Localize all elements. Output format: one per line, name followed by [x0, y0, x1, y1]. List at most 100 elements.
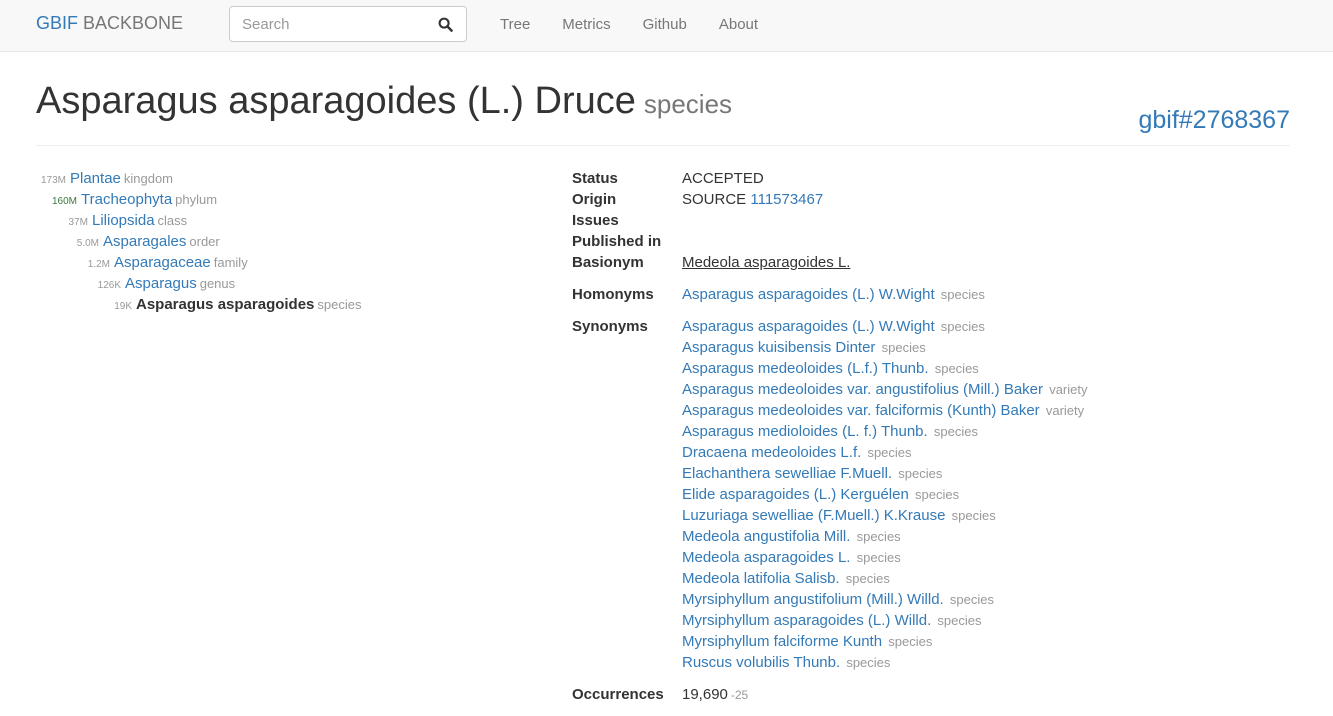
list-item: Medeola latifolia Salisb. species — [682, 568, 1292, 589]
occurrences-delta: -25 — [730, 688, 749, 702]
basionym-row: Basionym Medeola asparagoides L. — [572, 252, 1292, 273]
synonym-link[interactable]: Medeola latifolia Salisb. — [682, 570, 840, 587]
search-icon — [438, 17, 453, 32]
published-row: Published in — [572, 231, 1292, 252]
rank-label: species — [867, 445, 912, 460]
rank-label: species — [846, 655, 891, 670]
origin-label: Origin — [572, 191, 617, 208]
rank-label: species — [951, 508, 996, 523]
list-item: Asparagus asparagoides (L.) W.Wight spec… — [682, 316, 1292, 337]
occurrence-count: 126K — [97, 280, 121, 291]
page-header: Asparagus asparagoides (L.) Druce species… — [36, 70, 1290, 146]
synonym-link[interactable]: Myrsiphyllum asparagoides (L.) Willd. — [682, 612, 931, 629]
classification-row-kingdom: 173M Plantae kingdom — [36, 168, 361, 189]
classification-row-phylum: 160M Tracheophyta phylum — [36, 189, 361, 210]
status-value: ACCEPTED — [682, 170, 764, 187]
homonyms-row: Homonyms Asparagus asparagoides (L.) W.W… — [572, 284, 1292, 305]
homonym-link[interactable]: Asparagus asparagoides (L.) W.Wight — [682, 286, 935, 303]
taxon-link-kingdom[interactable]: Plantae — [70, 170, 121, 187]
status-row: Status ACCEPTED — [572, 168, 1292, 189]
origin-source-link[interactable]: 111573467 — [750, 191, 823, 208]
nav-tree[interactable]: Tree — [484, 0, 546, 52]
taxon-details: Status ACCEPTED Origin SOURCE 111573467 … — [572, 168, 1292, 706]
rank-label: species — [933, 424, 978, 439]
synonym-link[interactable]: Medeola asparagoides L. — [682, 549, 850, 566]
synonym-link[interactable]: Elachanthera sewelliae F.Muell. — [682, 465, 892, 482]
synonym-link[interactable]: Medeola angustifolia Mill. — [682, 528, 850, 545]
brand-link[interactable]: GBIF BACKBONE — [36, 13, 183, 34]
list-item: Myrsiphyllum falciforme Kunth species — [682, 631, 1292, 652]
synonym-link[interactable]: Elide asparagoides (L.) Kerguélen — [682, 486, 909, 503]
rank-label: species — [937, 613, 982, 628]
occurrence-count: 5.0M — [76, 238, 99, 249]
synonym-link[interactable]: Ruscus volubilis Thunb. — [682, 654, 840, 671]
rank-label: species — [881, 340, 926, 355]
occurrence-count: 19K — [114, 301, 132, 312]
list-item: Asparagus medeoloides (L.f.) Thunb. spec… — [682, 358, 1292, 379]
list-item: Ruscus volubilis Thunb. species — [682, 652, 1292, 673]
list-item: Elide asparagoides (L.) Kerguélen specie… — [682, 484, 1292, 505]
rank-label: variety — [1045, 403, 1085, 418]
list-item: Luzuriaga sewelliae (F.Muell.) K.Krause … — [682, 505, 1292, 526]
rank-label: species — [914, 487, 960, 502]
synonym-link[interactable]: Dracaena medeoloides L.f. — [682, 444, 861, 461]
nav-metrics[interactable]: Metrics — [546, 0, 626, 52]
taxon-link-family[interactable]: Asparagaceae — [114, 254, 211, 271]
rank-label: class — [157, 213, 188, 228]
synonym-link[interactable]: Asparagus asparagoides (L.) W.Wight — [682, 318, 935, 335]
basionym-label: Basionym — [572, 254, 644, 271]
published-label: Published in — [572, 233, 662, 250]
rank-label: variety — [1049, 382, 1088, 397]
rank-label: species — [940, 287, 985, 302]
synonym-link[interactable]: Asparagus medioloides (L. f.) Thunb. — [682, 423, 928, 440]
taxon-link-class[interactable]: Liliopsida — [92, 212, 155, 229]
search-button[interactable] — [424, 6, 467, 42]
taxon-rank: species — [643, 89, 733, 119]
rank-label: species — [898, 466, 943, 481]
taxon-link-phylum[interactable]: Tracheophyta — [81, 191, 172, 208]
synonym-link[interactable]: Asparagus medeoloides var. falciformis (… — [682, 402, 1040, 419]
occurrences-label: Occurrences — [572, 686, 664, 703]
list-item: Medeola asparagoides L. species — [682, 547, 1292, 568]
list-item: Dracaena medeoloides L.f. species — [682, 442, 1292, 463]
synonym-link[interactable]: Myrsiphyllum angustifolium (Mill.) Willd… — [682, 591, 944, 608]
nav-about[interactable]: About — [703, 0, 774, 52]
classification-row-family: 1.2M Asparagaceae family — [36, 252, 361, 273]
rank-label: species — [949, 592, 994, 607]
rank-label: species — [845, 571, 890, 586]
current-taxon-name: Asparagus asparagoides — [136, 296, 315, 313]
rank-label: family — [213, 255, 248, 270]
brand-gbif: GBIF — [36, 13, 79, 33]
synonym-link[interactable]: Luzuriaga sewelliae (F.Muell.) K.Krause — [682, 507, 945, 524]
nav-github[interactable]: Github — [627, 0, 703, 52]
synonym-link[interactable]: Myrsiphyllum falciforme Kunth — [682, 633, 882, 650]
occurrences-value: 19,690 — [682, 686, 728, 703]
synonym-link[interactable]: Asparagus kuisibensis Dinter — [682, 339, 875, 356]
rank-label: species — [856, 529, 901, 544]
list-item: Asparagus kuisibensis Dinter species — [682, 337, 1292, 358]
occurrence-count: 173M — [40, 175, 66, 186]
rank-label: phylum — [175, 192, 218, 207]
occurrence-count: 37M — [68, 217, 88, 228]
list-item: Asparagus medeoloides var. angustifolius… — [682, 379, 1292, 400]
rank-label: genus — [199, 276, 236, 291]
origin-value: SOURCE — [682, 191, 747, 208]
list-item: Asparagus asparagoides (L.) W.Wight spec… — [682, 284, 1292, 305]
classification-row-order: 5.0M Asparagales order — [36, 231, 361, 252]
rank-label: species — [856, 550, 901, 565]
rank-label: species — [888, 634, 933, 649]
gbif-id-link[interactable]: gbif#2768367 — [1138, 106, 1290, 135]
status-label: Status — [572, 170, 618, 187]
synonym-link[interactable]: Asparagus medeoloides var. angustifolius… — [682, 381, 1043, 398]
occurrence-count: 160M — [51, 196, 77, 207]
taxon-name: Asparagus asparagoides (L.) Druce — [36, 80, 636, 122]
rank-label: species — [934, 361, 979, 376]
taxon-link-order[interactable]: Asparagales — [103, 233, 186, 250]
nav-menu: Tree Metrics Github About — [484, 0, 774, 52]
taxon-link-genus[interactable]: Asparagus — [125, 275, 197, 292]
search-input[interactable] — [229, 6, 425, 42]
basionym-link[interactable]: Medeola asparagoides L. — [682, 254, 850, 271]
classification-row-species: 19K Asparagus asparagoides species — [36, 294, 361, 315]
list-item: Myrsiphyllum asparagoides (L.) Willd. sp… — [682, 610, 1292, 631]
synonym-link[interactable]: Asparagus medeoloides (L.f.) Thunb. — [682, 360, 929, 377]
